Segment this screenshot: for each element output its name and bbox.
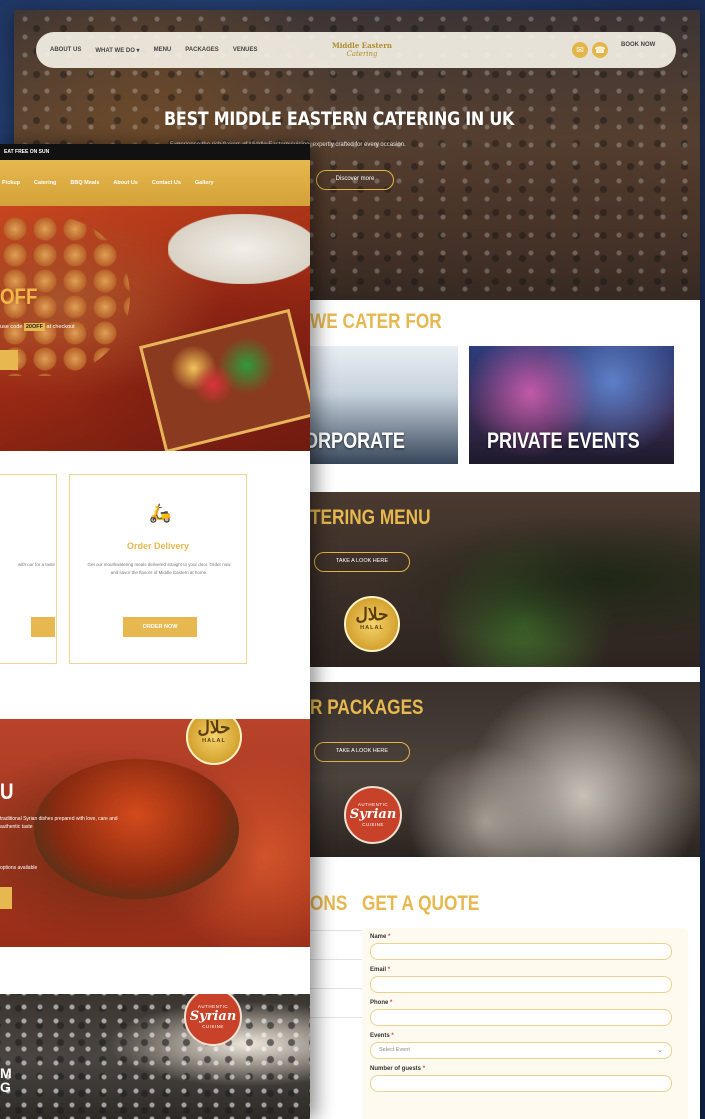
restaurant-website-screenshot: EAT FREE ON SUN Pickup Catering BBQ Meal… (0, 144, 310, 1119)
phone-icon[interactable]: ☎ (592, 42, 608, 58)
halal-arabic: حلال (355, 605, 389, 625)
catering-menu-section: TERING MENU TAKE A LOOK HERE حلال HALAL (310, 492, 700, 667)
discount-heading: OFF (0, 284, 38, 309)
corporate-tile-label: ORPORATE (310, 428, 405, 453)
email-label: Email * (370, 967, 391, 973)
book-now-button[interactable]: BOOK NOW (621, 42, 655, 48)
menu-options-text: options available (0, 865, 38, 871)
email-input[interactable] (370, 976, 672, 993)
service-card-delivery: 🛵 Order Delivery Get our mouthwatering m… (69, 474, 247, 664)
card-description: Get our mouthwatering meals delivered st… (87, 562, 231, 575)
restaurant-navigation: Pickup Catering BBQ Meals About Us Conta… (0, 160, 310, 206)
phone-label: Phone * (370, 1000, 393, 1006)
service-card-pickup: with our for a taste (0, 474, 57, 664)
menu-button[interactable] (0, 887, 12, 909)
delivery-scooter-icon: 🛵 (149, 503, 172, 523)
halal-badge-icon: حلال HALAL (344, 596, 400, 652)
packages-section: R PACKAGES TAKE A LOOK HERE AUTHENTIC Sy… (310, 682, 700, 857)
menu-take-a-look-button[interactable]: TAKE A LOOK HERE (314, 552, 410, 572)
catering-menu-heading: TERING MENU (310, 506, 431, 529)
quote-form: Name * Email * Phone * Events * Select E… (362, 928, 688, 1119)
service-cards: with our for a taste 🛵 Order Delivery Ge… (0, 474, 310, 674)
badge-main-text: Syrian (189, 1009, 237, 1024)
promo-topbar: EAT FREE ON SUN (0, 144, 310, 160)
discount-code-text: use code 20OFF at checkout (0, 323, 75, 331)
chevron-down-icon: ⌄ (657, 1047, 663, 1054)
events-section: M G AUTHENTIC Syrian CUISINE (0, 994, 310, 1119)
cater-for-heading: WE CATER FOR (310, 310, 442, 333)
hero-title: BEST MIDDLE EASTERN CATERING IN UK (164, 108, 515, 130)
packages-heading: R PACKAGES (310, 696, 424, 719)
phone-field: Phone * (370, 1000, 680, 1026)
nav-venues[interactable]: VENUES (233, 47, 258, 53)
events-field: Events * Select Event ⌄ (370, 1033, 680, 1059)
syrian-cuisine-badge-icon: AUTHENTIC Syrian CUISINE (344, 786, 402, 844)
nav-about-us[interactable]: ABOUT US (50, 47, 81, 53)
phone-input[interactable] (370, 1009, 672, 1026)
guests-label: Number of guests * (370, 1066, 426, 1072)
discount-code: 20OFF (23, 323, 45, 331)
card-description: with our for a taste (17, 562, 55, 567)
nav-what-we-do[interactable]: WHAT WE DO ▾ (95, 47, 139, 54)
wedding-guests-image (0, 994, 310, 1119)
card-title: Order Delivery (126, 541, 190, 551)
events-heading-partial: M G (0, 1065, 12, 1095)
halal-english: HALAL (202, 738, 226, 744)
nav-packages[interactable]: PACKAGES (185, 47, 219, 53)
guests-field: Number of guests * (370, 1066, 680, 1092)
side-list (310, 930, 362, 1046)
discover-more-button[interactable]: Discover more (316, 170, 394, 190)
nav-pickup[interactable]: Pickup (2, 180, 20, 186)
events-select-value: Select Event (379, 1047, 410, 1053)
get-a-quote-heading: GET A QUOTE (362, 892, 480, 915)
food-hero-banner: OFF use code 20OFF at checkout (0, 206, 310, 451)
quote-section: ONS GET A QUOTE Name * Email * Phone * E… (310, 870, 700, 1119)
salad-tray-image (138, 308, 310, 451)
nav-gallery[interactable]: Gallery (195, 180, 214, 186)
options-heading-partial: ONS (310, 892, 348, 915)
badge-bottom-text: CUISINE (202, 1024, 224, 1029)
nav-about-us[interactable]: About Us (113, 180, 137, 186)
nav-menu[interactable]: MENU (154, 47, 172, 53)
bread-plate-image (168, 214, 310, 284)
name-input[interactable] (370, 943, 672, 960)
card-button[interactable] (31, 617, 55, 637)
menu-heading-partial: U (0, 779, 14, 804)
guests-input[interactable] (370, 1075, 672, 1092)
hero-order-button[interactable] (0, 350, 18, 370)
logo-line1: Middle Eastern (331, 41, 393, 50)
name-field: Name * (370, 934, 680, 960)
site-logo[interactable]: Middle Eastern Catering (326, 36, 398, 64)
email-field: Email * (370, 967, 680, 993)
email-icon[interactable]: ✉ (572, 42, 588, 58)
halal-badge-icon: حلال HALAL (186, 719, 242, 765)
private-events-tile-label: PRIVATE EVENTS (487, 428, 640, 453)
halal-english: HALAL (360, 625, 384, 631)
private-events-tile[interactable]: PRIVATE EVENTS (469, 346, 674, 464)
top-navigation: ABOUT US WHAT WE DO ▾ MENU PACKAGES VENU… (36, 32, 676, 68)
name-label: Name * (370, 934, 391, 940)
order-now-button[interactable]: ORDER NOW (123, 617, 197, 637)
logo-line2: Catering (346, 50, 378, 58)
nav-contact-us[interactable]: Contact Us (152, 180, 181, 186)
badge-main-text: Syrian (349, 807, 397, 822)
badge-bottom-text: CUISINE (362, 822, 384, 827)
corporate-tile[interactable]: ORPORATE (310, 346, 458, 464)
packages-take-a-look-button[interactable]: TAKE A LOOK HERE (314, 742, 410, 762)
menu-section: U traditional Syrian dishes prepared wit… (0, 719, 310, 947)
events-select[interactable]: Select Event ⌄ (370, 1042, 672, 1059)
nav-catering[interactable]: Catering (34, 180, 56, 186)
nav-bbq-meals[interactable]: BBQ Meals (70, 180, 99, 186)
events-label: Events * (370, 1033, 394, 1039)
halal-arabic: حلال (197, 719, 231, 738)
menu-description: traditional Syrian dishes prepared with … (0, 816, 118, 830)
